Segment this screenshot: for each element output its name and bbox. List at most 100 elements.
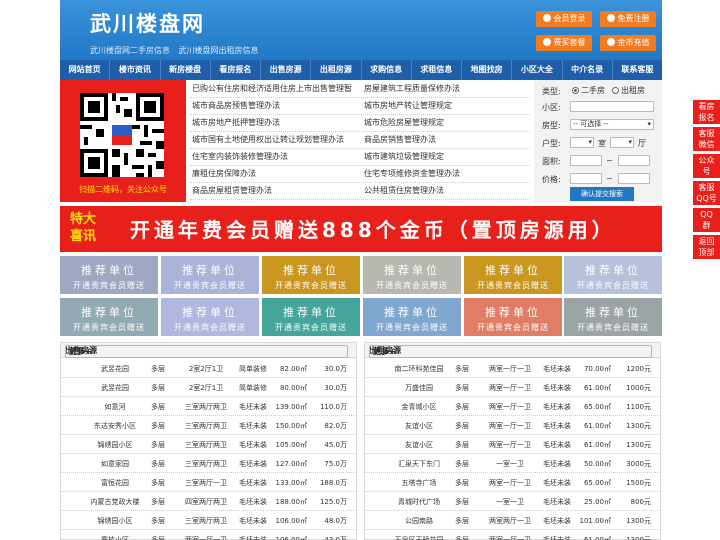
room-select[interactable]: ▾: [570, 137, 594, 148]
listing-layout: 两室一厅一卫: [489, 422, 531, 430]
nav-want-buy[interactable]: 求购信息: [362, 60, 412, 80]
listing-row[interactable]: 武昱花园 多层 2室2厅1卫 简单装修 82.00㎡ 30.0万: [61, 359, 356, 378]
search-submit-button[interactable]: 确认提交搜索: [570, 187, 634, 201]
listing-row[interactable]: 五塔寺广场 多层 两室一厅一卫 毛坯未装 65.00㎡ 1500元: [365, 473, 660, 492]
listing-area: 188.00㎡: [275, 498, 308, 506]
rent-listings: 出租房源 更多+ 南二环科苑佳园 多层 两室一厅一卫 毛坯未装 70.00㎡ 1200元 万盛…: [364, 342, 661, 540]
listing-floor-type: 多层: [151, 384, 165, 392]
district-input[interactable]: [570, 101, 654, 112]
recommend-tile[interactable]: 推荐单位 开通贵宾会员赠送: [60, 256, 158, 294]
listing-price: 110.0万: [319, 403, 347, 411]
register-button[interactable]: 免费注册: [600, 11, 656, 27]
float-qq-group[interactable]: QQ 群: [693, 208, 720, 232]
listing-row[interactable]: 友谊小区 多层 两室一厅一卫 毛坯未装 61.00㎡ 1300元: [365, 416, 660, 435]
nav-map[interactable]: 地图找房: [462, 60, 513, 80]
listing-row[interactable]: 如意家园 多层 三室两厅两卫 毛坯未装 127.00㎡ 75.0万: [61, 454, 356, 473]
policy-link[interactable]: 城市房地产抵押管理办法: [192, 114, 280, 131]
recommend-tile[interactable]: 推荐单位 开通贵宾会员赠送: [262, 256, 360, 294]
recharge-button[interactable]: 金币充值: [600, 35, 656, 51]
policy-link[interactable]: 廉租住房保障办法: [192, 165, 256, 182]
recommend-tile[interactable]: 推荐单位 开通贵宾会员赠送: [161, 256, 259, 294]
nav-home[interactable]: 网站首页: [60, 60, 111, 80]
recommend-tile[interactable]: 推荐单位 开通贵宾会员赠送: [60, 298, 158, 336]
nav-communities[interactable]: 小区大全: [512, 60, 563, 80]
policy-link[interactable]: 公共租赁住房管理办法: [364, 182, 444, 199]
listing-row[interactable]: 锦绣园小区 多层 三室两厅两卫 毛坯未装 106.00㎡ 48.0万: [61, 511, 356, 530]
listing-row[interactable]: 金青城小区 多层 两室一厅一卫 毛坯未装 65.00㎡ 1100元: [365, 397, 660, 416]
radio-rent[interactable]: 出租房: [612, 85, 645, 96]
policy-link[interactable]: 住宅专项维修资金管理办法: [364, 165, 460, 182]
package-button[interactable]: 费买套餐: [536, 35, 592, 51]
listing-area: 25.00㎡: [583, 498, 611, 506]
area-label: 面积:: [542, 157, 561, 166]
listing-floor-type: 多层: [455, 441, 469, 449]
policy-link[interactable]: 城市建筑垃圾管理规定: [364, 148, 444, 165]
house-type-select[interactable]: -- 可选择 -- ▾: [570, 119, 654, 130]
promo-banner[interactable]: 特大 喜讯 开通年费会员赠送888个金币（置顶房源用）: [60, 206, 662, 252]
listing-row[interactable]: 富恒花园 多层 三室两厅一卫 毛坯未装 133.00㎡ 188.0万: [61, 473, 356, 492]
listing-layout: 一室一卫: [496, 498, 524, 506]
nav-agents[interactable]: 中介名录: [563, 60, 613, 80]
listing-row[interactable]: 南二环科苑佳园 多层 两室一厅一卫 毛坯未装 70.00㎡ 1200元: [365, 359, 660, 378]
area-max-input[interactable]: [618, 155, 650, 166]
listing-row[interactable]: 如意河 多层 三室两厅两卫 毛坯未装 139.00㎡ 110.0万: [61, 397, 356, 416]
listing-row[interactable]: 万盛佳园 多层 两室一厅一卫 毛坯未装 61.00㎡ 1000元: [365, 378, 660, 397]
recommend-tile[interactable]: 推荐单位 开通贵宾会员赠送: [363, 256, 461, 294]
listing-floor-type: 多层: [455, 479, 469, 487]
float-viewing-signup[interactable]: 看房 报名: [693, 100, 720, 124]
listing-floor-type: 多层: [151, 517, 165, 525]
nav-news[interactable]: 楼市资讯: [110, 60, 161, 80]
recommend-tile[interactable]: 推荐单位 开通贵宾会员赠送: [564, 256, 662, 294]
policy-link[interactable]: 商品房屋租赁管理办法: [192, 182, 272, 199]
policy-link[interactable]: 房屋建筑工程质量保修办法: [364, 80, 460, 97]
sale-more-link[interactable]: 更多+: [65, 345, 348, 358]
hall-select[interactable]: ▾: [610, 137, 634, 148]
site-logo[interactable]: 武川楼盘网: [90, 8, 205, 38]
listing-floor-type: 多层: [151, 460, 165, 468]
policy-link[interactable]: 商品房销售管理办法: [364, 131, 436, 148]
policy-link[interactable]: 城市国有土地使用权出让转让规划管理办法: [192, 131, 344, 148]
recommend-tile[interactable]: 推荐单位 开通贵宾会员赠送: [262, 298, 360, 336]
recommend-tile[interactable]: 推荐单位 开通贵宾会员赠送: [363, 298, 461, 336]
listing-row[interactable]: 汇泉天下东门 多层 一室一卫 毛坯未装 50.00㎡ 3000元: [365, 454, 660, 473]
policy-link[interactable]: 城市商品房预售管理办法: [192, 97, 280, 114]
radio-sale[interactable]: 二手房: [572, 85, 605, 96]
listing-row[interactable]: 东达安秀小区 多层 三室两厅两卫 毛坯未装 150.00㎡ 82.0万: [61, 416, 356, 435]
recommend-tile[interactable]: 推荐单位 开通贵宾会员赠送: [464, 256, 562, 294]
banner-tag: 特大 喜讯: [69, 212, 96, 244]
policy-link[interactable]: 已购公有住房和经济适用住房上市出售管理暂: [192, 80, 352, 97]
nav-rent[interactable]: 出租房源: [311, 60, 362, 80]
listing-row[interactable]: 武昱花园 多层 2室2厅1卫 简单装修 80.00㎡ 30.0万: [61, 378, 356, 397]
nav-viewing-signup[interactable]: 看房报名: [211, 60, 261, 80]
recommend-tile[interactable]: 推荐单位 开通贵宾会员赠送: [464, 298, 562, 336]
listing-row[interactable]: 锦绣园小区 多层 三室两厅两卫 毛坯未装 105.00㎡ 45.0万: [61, 435, 356, 454]
login-button[interactable]: 会员登录: [536, 11, 592, 27]
recommend-tile[interactable]: 推荐单位 开通贵宾会员赠送: [161, 298, 259, 336]
price-max-input[interactable]: [618, 173, 650, 184]
listing-row[interactable]: 友谊小区 多层 两室一厅一卫 毛坯未装 61.00㎡ 1300元: [365, 435, 660, 454]
listing-row[interactable]: 内蒙古党政大楼 多层 四室两厅两卫 毛坯未装 188.00㎡ 125.0万: [61, 492, 356, 511]
listing-row[interactable]: 玉泉区天骄花园 多层 两室一厅一卫 毛坯未装 61.00㎡ 1300元: [365, 530, 660, 540]
rent-more-link[interactable]: 更多+: [369, 345, 652, 358]
price-min-input[interactable]: [570, 173, 602, 184]
float-service-wechat[interactable]: 客服 微信: [693, 127, 720, 151]
coin-icon: [606, 38, 615, 46]
float-official-account[interactable]: 公众号: [693, 154, 720, 178]
listing-row[interactable]: 赛杭小区 多层 两室一厅一卫 毛坯未装 106.00㎡ 43.0万: [61, 530, 356, 540]
nav-new-homes[interactable]: 新房楼盘: [161, 60, 211, 80]
policy-link[interactable]: 城市危险房屋管理规定: [364, 114, 444, 131]
listing-floor-type: 多层: [455, 384, 469, 392]
listing-row[interactable]: 青城时代广场 多层 一室一卫 毛坯未装 25.00㎡ 800元: [365, 492, 660, 511]
nav-want-rent[interactable]: 求租信息: [412, 60, 462, 80]
nav-contact[interactable]: 联系客服: [613, 60, 662, 80]
policy-link[interactable]: 住宅室内装饰装修管理办法: [192, 148, 288, 165]
nav-sale[interactable]: 出售房源: [261, 60, 312, 80]
area-min-input[interactable]: [570, 155, 602, 166]
policy-link[interactable]: 城市房地产转让管理规定: [364, 97, 452, 114]
recommend-tile[interactable]: 推荐单位 开通贵宾会员赠送: [564, 298, 662, 336]
float-back-to-top[interactable]: 返回 顶部: [693, 235, 720, 259]
listing-row[interactable]: 公园南路 多层 两室两厅一卫 毛坯未装 101.00㎡ 1300元: [365, 511, 660, 530]
listing-price: 3000元: [626, 460, 651, 468]
float-service-qq[interactable]: 客服 QQ号: [693, 181, 720, 205]
rent-header: 出租房源 更多+: [365, 343, 660, 358]
